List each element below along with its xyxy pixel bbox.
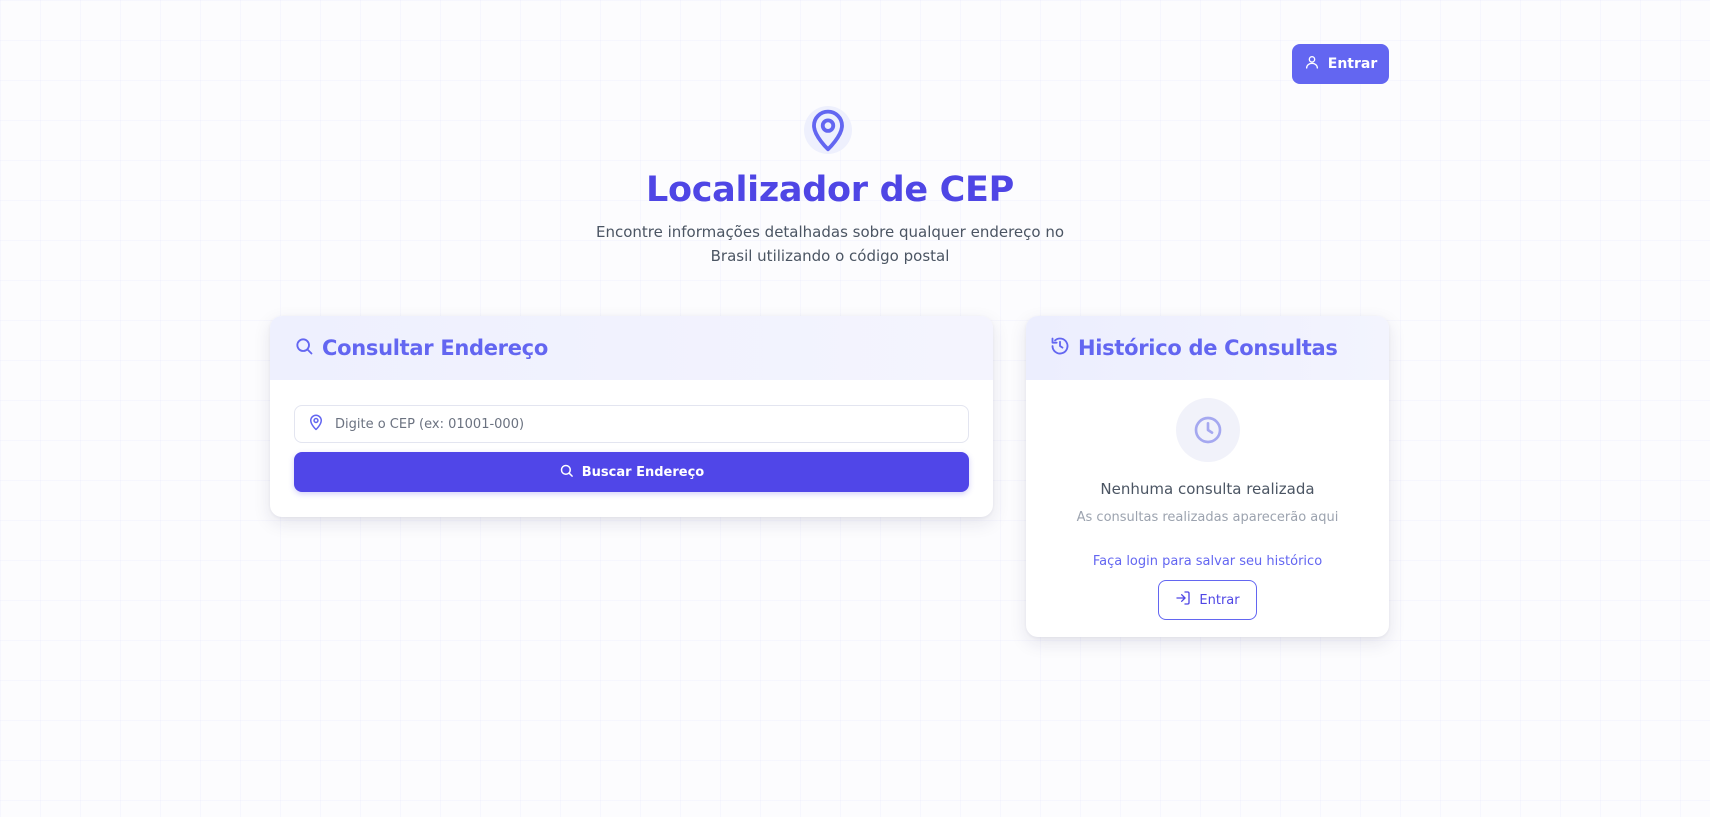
log-in-icon	[1175, 590, 1191, 610]
history-card-header: Histórico de Consultas	[1026, 316, 1389, 380]
search-icon	[294, 336, 314, 361]
search-button-label: Buscar Endereço	[581, 464, 705, 480]
search-card-title: Consultar Endereço	[322, 336, 548, 360]
page-subtitle: Encontre informações detalhadas sobre qu…	[595, 223, 1065, 265]
search-button[interactable]: Buscar Endereço	[294, 452, 969, 492]
empty-history-title: Nenhuma consulta realizada	[1100, 480, 1315, 498]
search-card-header: Consultar Endereço	[270, 316, 993, 380]
search-icon	[559, 463, 574, 482]
empty-history-description: As consultas realizadas aparecerão aqui	[1076, 510, 1339, 525]
history-login-label: Entrar	[1199, 592, 1240, 608]
map-pin-icon	[295, 413, 335, 435]
history-card: Histórico de Consultas Nenhuma consulta …	[1026, 316, 1389, 637]
history-login-button[interactable]: Entrar	[1158, 580, 1257, 620]
history-card-title: Histórico de Consultas	[1078, 336, 1338, 360]
login-prompt-link[interactable]: Faça login para salvar seu histórico	[1026, 554, 1389, 569]
map-pin-icon	[804, 106, 852, 154]
header-login-button[interactable]: Entrar	[1292, 44, 1389, 84]
cep-input[interactable]	[335, 416, 955, 432]
history-icon	[1050, 336, 1070, 361]
header-login-label: Entrar	[1327, 56, 1378, 72]
cep-input-wrapper[interactable]	[294, 405, 969, 443]
page-title: Localizador de CEP	[645, 170, 1015, 210]
user-icon	[1304, 54, 1320, 74]
clock-icon	[1176, 398, 1240, 462]
search-card: Consultar Endereço Buscar Endereço	[270, 316, 993, 517]
